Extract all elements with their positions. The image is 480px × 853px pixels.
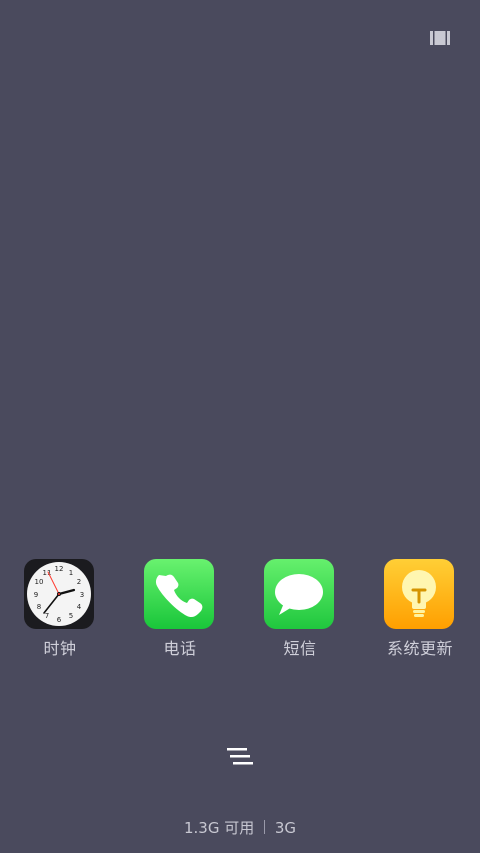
phone-icon	[144, 559, 214, 629]
message-icon	[264, 559, 334, 629]
svg-text:9: 9	[34, 591, 38, 599]
network-text: 3G	[274, 819, 296, 837]
app-system-update[interactable]: 系统更新	[360, 557, 480, 667]
app-phone[interactable]: 电话	[120, 557, 240, 667]
svg-text:10: 10	[35, 578, 44, 586]
svg-text:2: 2	[77, 578, 81, 586]
svg-text:5: 5	[69, 612, 73, 620]
app-sms[interactable]: 短信	[240, 557, 360, 667]
menu-icon[interactable]	[220, 742, 260, 772]
svg-text:4: 4	[77, 603, 82, 611]
app-label: 时钟	[43, 639, 77, 658]
layout-icon[interactable]	[430, 30, 450, 46]
clock-icon: 12 1 2 3 4 5 6 7 8 9 10 11	[24, 559, 94, 629]
bulb-icon	[384, 559, 454, 629]
svg-text:3: 3	[80, 591, 84, 599]
app-label: 电话	[163, 639, 197, 658]
app-label: 短信	[283, 639, 317, 658]
svg-text:12: 12	[55, 565, 64, 573]
storage-available-text: 1.3G 可用	[184, 819, 255, 837]
svg-text:7: 7	[45, 612, 49, 620]
app-label: 系统更新	[386, 639, 453, 658]
svg-text:1: 1	[69, 569, 73, 577]
layout-icon-svg	[430, 31, 450, 45]
svg-text:8: 8	[37, 603, 41, 611]
svg-text:6: 6	[57, 616, 62, 624]
storage-status: 1.3G 可用 3G	[0, 817, 480, 838]
app-clock[interactable]: 12 1 2 3 4 5 6 7 8 9 10 11 时钟	[0, 557, 120, 667]
home-dock: 12 1 2 3 4 5 6 7 8 9 10 11 时钟 电话 短信 系统更新	[0, 557, 480, 667]
status-divider	[264, 820, 266, 834]
